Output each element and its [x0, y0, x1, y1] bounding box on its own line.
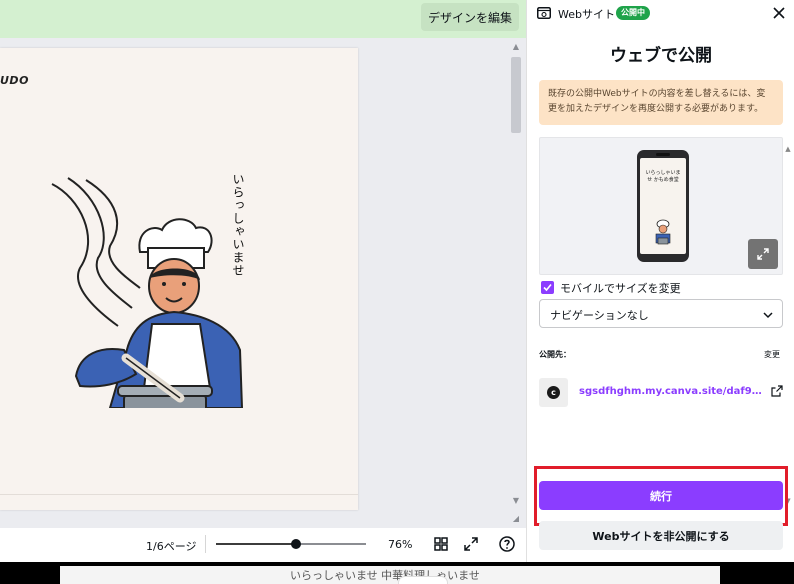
canva-site-icon: c: [547, 386, 560, 399]
phone-chef-thumbnail: [655, 219, 671, 245]
help-icon[interactable]: [498, 535, 516, 553]
phone-notch: [656, 153, 670, 156]
unpublish-button[interactable]: Webサイトを非公開にする: [539, 521, 783, 550]
published-badge: 公開中: [616, 6, 650, 20]
change-domain-link[interactable]: 変更: [764, 349, 780, 360]
mobile-resize-label[interactable]: モバイルでサイズを変更: [560, 280, 681, 296]
phone-screen: いらっしゃいませ かもめ食堂: [640, 158, 686, 254]
edit-design-button[interactable]: デザインを編集: [421, 3, 519, 31]
scrollbar-thumb[interactable]: [511, 57, 521, 133]
design-page[interactable]: UDO いらっしゃいませ: [0, 48, 358, 510]
zoom-slider-fill: [216, 543, 296, 545]
expand-preview-button[interactable]: [748, 239, 778, 269]
phone-mockup: いらっしゃいませ かもめ食堂: [637, 150, 689, 262]
expand-icon: [757, 248, 769, 260]
editor-topbar: デザインを編集: [0, 0, 526, 38]
bottom-strip-text: いらっしゃいませ 中華料理しゃいませ: [290, 569, 480, 582]
website-icon: [537, 7, 551, 19]
resize-corner: ◢: [512, 514, 520, 523]
publish-to-label: 公開先：: [539, 350, 571, 359]
panel-header-title: Webサイト: [558, 8, 615, 21]
fullscreen-icon[interactable]: [462, 535, 480, 553]
continue-highlight-box: [534, 466, 788, 526]
page-divider: [0, 494, 358, 495]
status-divider: [205, 535, 206, 553]
publish-panel: Webサイト 公開中 ウェブで公開 既存の公開中Webサイトの内容を差し替えるに…: [526, 0, 794, 562]
navigation-select[interactable]: ナビゲーションなし: [539, 299, 783, 328]
republish-notice: 既存の公開中Webサイトの内容を差し替えるには、変更を加えたデザインを再度公開す…: [539, 80, 783, 125]
navigation-select-value: ナビゲーションなし: [550, 309, 649, 322]
checkmark-icon: [543, 283, 552, 292]
page-logo: UDO: [0, 74, 29, 87]
panel-title: ウェブで公開: [610, 46, 712, 66]
scroll-up-arrow[interactable]: ▲: [509, 42, 523, 54]
app-root: デザインを編集 UDO いらっしゃいませ ▲ ▼ ◢ 1/6ページ 76% いら…: [0, 0, 794, 584]
close-icon[interactable]: [770, 4, 788, 22]
site-favicon-box: c: [539, 378, 568, 407]
editor-statusbar: 1/6ページ 76%: [0, 528, 526, 562]
mobile-preview: いらっしゃいませ かもめ食堂: [539, 137, 783, 275]
editor-vertical-scrollbar[interactable]: [509, 55, 523, 495]
zoom-value[interactable]: 76%: [388, 538, 412, 551]
site-url-link[interactable]: sgsdfhghm.my.canva.site/daf9bljf...: [579, 386, 765, 397]
welcome-vertical-text: いらっしゃいませ: [231, 173, 245, 277]
external-link-icon[interactable]: [771, 385, 783, 397]
mobile-resize-checkbox[interactable]: [541, 281, 554, 294]
page-indicator[interactable]: 1/6ページ: [146, 538, 196, 554]
phone-screen-text: いらっしゃいませ かもめ食堂: [645, 170, 681, 183]
chevron-down-icon: [763, 312, 773, 319]
panel-scroll-up[interactable]: ▲: [783, 145, 793, 155]
editor-area: デザインを編集 UDO いらっしゃいませ ▲ ▼ ◢ 1/6ページ 76%: [0, 0, 526, 584]
zoom-slider-knob[interactable]: [290, 539, 301, 549]
zoom-slider[interactable]: [216, 536, 366, 552]
grid-icon[interactable]: [432, 535, 450, 553]
scroll-down-arrow[interactable]: ▼: [509, 496, 523, 508]
canvas-area: UDO いらっしゃいませ: [0, 38, 526, 528]
bottom-handle[interactable]: [398, 576, 448, 584]
